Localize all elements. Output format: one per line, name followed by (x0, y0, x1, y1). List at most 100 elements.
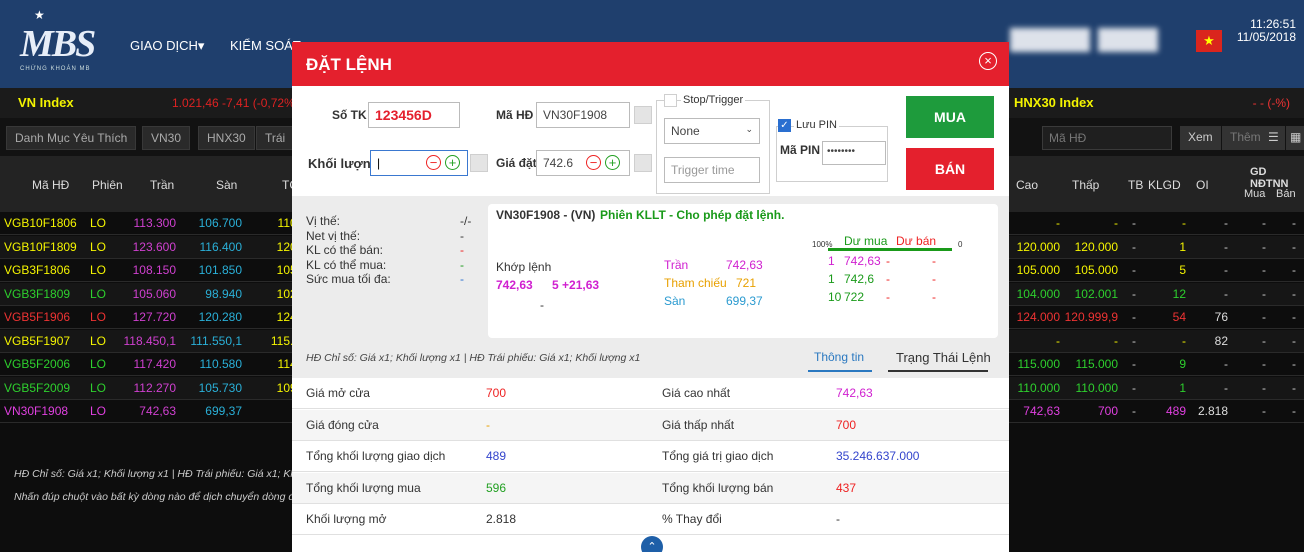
stat-label: % Thay đổi (662, 512, 722, 526)
quantity-plus-icon[interactable]: + (445, 155, 460, 170)
position-value: - (460, 257, 464, 272)
cell-vol: 489 (1165, 404, 1186, 418)
depth-bp: 742,63 (844, 254, 881, 268)
cell-low: 105.000 (1074, 263, 1118, 277)
col-low[interactable]: Thấp (1072, 178, 1099, 192)
col-session[interactable]: Phiên (92, 178, 123, 192)
cell-session: LO (89, 239, 106, 254)
view-button[interactable]: Xem (1180, 126, 1221, 150)
cell-code: VGB10F1806 (4, 216, 77, 230)
quantity-minus-icon[interactable]: − (426, 155, 441, 170)
dialog-header: ĐẶT LỆNH × (292, 42, 1009, 86)
tab-hnx30[interactable]: HNX30 (198, 126, 255, 150)
stop-trigger-checkbox[interactable] (664, 94, 677, 107)
contract-input[interactable]: VN30F1908 (536, 102, 630, 128)
cell-buy: - (1262, 404, 1266, 418)
market-info-box: VN30F1908 - (VN) Phiên KLLT - Cho phép đ… (488, 204, 998, 338)
cell-ceiling: 108.150 (132, 263, 176, 277)
cell-oi: - (1224, 286, 1228, 301)
trigger-time-input[interactable]: Trigger time (664, 157, 760, 183)
bid-label: Dư mua (844, 234, 888, 248)
stat-label: Tổng khối lượng mua (306, 480, 421, 495)
cell-vol: - (1182, 216, 1186, 230)
multiplier-note: HĐ Chỉ số: Giá x1; Khối lượng x1 | HĐ Tr… (14, 468, 310, 480)
stop-type-select[interactable]: None ⌄ (664, 118, 760, 144)
blurred-user (1098, 28, 1158, 52)
clock: 11:26:51 11/05/2018 (1236, 17, 1296, 44)
cell-sell: - (1292, 310, 1296, 324)
price-plus-icon[interactable]: + (605, 155, 620, 170)
cell-low: 115.000 (1075, 357, 1119, 371)
list-view-icon[interactable]: ☰ (1262, 126, 1285, 150)
tab-vn30[interactable]: VN30 (142, 126, 191, 150)
position-label: KL có thể mua: (306, 257, 387, 272)
cell-vol: 5 (1179, 263, 1186, 277)
cell-low: 120.000 (1074, 239, 1118, 254)
contract-lookup-button[interactable] (634, 106, 652, 124)
stop-trigger-label: Stop/Trigger (681, 94, 746, 106)
save-pin-checkbox[interactable]: ✓ (778, 119, 791, 132)
cell-ceiling: 117.420 (133, 357, 177, 371)
cell-avg: - (1132, 333, 1136, 348)
nav-control[interactable]: KIỂM SOÁT (230, 38, 301, 53)
col-foreign-sell: Bán (1276, 188, 1296, 200)
cell-session: LO (89, 380, 106, 395)
cell-avg: - (1132, 404, 1136, 418)
match-price: 742,63 (496, 278, 533, 292)
cell-code: VGB5F1907 (4, 333, 71, 348)
cell-code: VGB3F1809 (4, 286, 71, 301)
cell-vol: 12 (1172, 286, 1186, 301)
cell-avg: - (1132, 380, 1136, 395)
cell-high: - (1056, 216, 1060, 230)
chevron-up-icon[interactable]: ⌃ (641, 536, 663, 552)
col-high[interactable]: Cao (1016, 178, 1038, 192)
cell-sell: - (1292, 357, 1296, 371)
sell-button[interactable]: BÁN (906, 148, 994, 190)
tab-favorites[interactable]: Danh Mục Yêu Thích (6, 126, 137, 150)
position-value: - (460, 228, 464, 243)
stat-label: Giá thấp nhất (662, 417, 735, 432)
cell-floor: 106.700 (198, 216, 242, 230)
price-extra-button[interactable] (634, 154, 652, 172)
pin-input[interactable]: •••••••• (822, 141, 886, 165)
stat-label: Giá mở cửa (306, 386, 370, 400)
price-minus-icon[interactable]: − (586, 155, 601, 170)
cell-floor: 98.940 (205, 286, 242, 301)
cell-high: 120.000 (1016, 239, 1060, 254)
cell-sell: - (1292, 286, 1296, 301)
col-ceiling[interactable]: Trần (150, 178, 174, 192)
stat-label: Tổng khối lượng bán (662, 480, 774, 495)
col-avg[interactable]: TB (1128, 178, 1143, 192)
col-volume[interactable]: KLGD (1148, 178, 1181, 192)
account-input[interactable]: 123456D (368, 102, 460, 128)
col-oi[interactable]: OI (1196, 178, 1209, 192)
account-label: Số TK (332, 108, 367, 122)
cell-session: LO (89, 263, 106, 277)
vietnam-flag-icon[interactable]: ★ (1196, 30, 1222, 52)
tab-order-status[interactable]: Trạng Thái Lệnh (896, 350, 991, 365)
cell-avg: - (1132, 357, 1136, 371)
cell-sell: - (1292, 404, 1296, 418)
depth-bp: 722 (844, 290, 865, 304)
cell-ceiling: 127.720 (132, 310, 176, 324)
ceiling-label: Trần (664, 258, 689, 272)
cell-floor: 699,37 (205, 404, 242, 418)
cell-buy: - (1262, 357, 1266, 371)
cell-avg: - (1132, 263, 1136, 277)
col-code[interactable]: Mã HĐ (32, 178, 69, 192)
cell-code: VGB5F2009 (4, 380, 71, 395)
tab-info[interactable]: Thông tin (814, 350, 864, 364)
buy-button[interactable]: MUA (906, 96, 994, 138)
tab-info-underline (808, 370, 872, 372)
nav-trading[interactable]: GIAO DỊCH▾ (130, 38, 204, 54)
tab-bonds[interactable]: Trái (256, 126, 295, 150)
col-floor[interactable]: Sàn (216, 178, 237, 192)
mbs-logo[interactable]: ★ MBS CHỨNG KHOÁN MB (14, 8, 110, 78)
stat-label: Giá cao nhất (662, 386, 731, 400)
close-icon[interactable]: × (979, 52, 997, 70)
contract-search-input[interactable]: Mã HĐ (1042, 126, 1172, 150)
depth-zero: 0 (958, 240, 963, 249)
grid-view-icon[interactable]: ▦ (1286, 126, 1304, 150)
col-foreign-buy: Mua (1244, 188, 1266, 200)
quantity-extra-button[interactable] (470, 154, 488, 172)
